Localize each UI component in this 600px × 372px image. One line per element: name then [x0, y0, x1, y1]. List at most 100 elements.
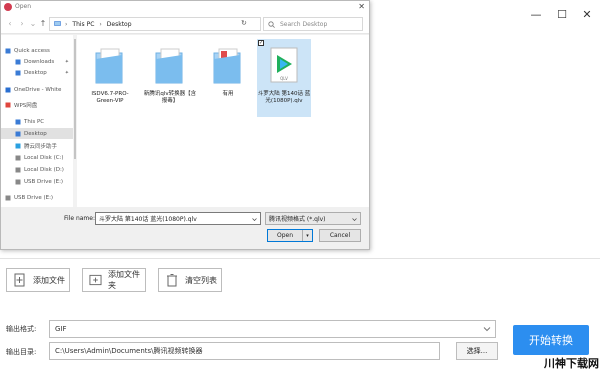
pin-icon: ✦	[64, 69, 69, 76]
output-format-label: 输出格式:	[6, 325, 37, 333]
add-file-button[interactable]: 添加文件	[6, 268, 70, 292]
file-name-input[interactable]: 斗罗大陆 第140话 蓝光(1080P).qlv	[95, 212, 261, 225]
maximize-button[interactable]: ☐	[553, 6, 571, 22]
search-placeholder: Search Desktop	[280, 20, 328, 28]
file-item-folder[interactable]: ISDV6.7-PRO-Green-VIP	[83, 39, 137, 117]
breadcrumb-this-pc[interactable]: This PC	[72, 21, 94, 28]
sidebar-item[interactable]: Desktop	[1, 128, 73, 139]
file-type-value: 腾讯视频格式 (*.qlv)	[269, 216, 326, 223]
file-item-qlv-selected[interactable]: ✓ QLV 斗罗大陆 第140话 蓝光(1080P).qlv	[257, 39, 311, 117]
output-format-select[interactable]: GIF	[49, 320, 496, 338]
app-title-bar: — ☐ ✕	[370, 0, 600, 30]
clear-list-label: 清空列表	[185, 275, 217, 285]
open-label: Open	[276, 232, 294, 239]
sidebar-item-label: Local Disk (D:)	[24, 166, 64, 173]
app-icon	[4, 3, 12, 11]
sidebar-item-label: 腾云同步助手	[24, 143, 58, 150]
sidebar-item-label: Downloads	[24, 58, 55, 65]
file-name: 有用	[222, 91, 234, 97]
breadcrumb-desktop[interactable]: Desktop	[107, 21, 132, 28]
refresh-button[interactable]: ↻	[241, 19, 247, 27]
minimize-button[interactable]: —	[527, 6, 545, 22]
desktop-icon	[15, 131, 21, 136]
file-name: 斗罗大陆 第140话 蓝光(1080P).qlv	[257, 91, 311, 104]
sidebar-item[interactable]: Local Disk (C:)	[1, 152, 73, 163]
video-player-icon: QLV	[270, 47, 298, 83]
pin-icon: ✦	[64, 58, 69, 65]
desktop-icon	[15, 70, 21, 75]
file-item-folder[interactable]: 有用	[201, 39, 255, 117]
open-split-button[interactable]: ▾	[302, 230, 312, 241]
sidebar-item-label: Quick access	[14, 47, 50, 54]
computer-icon	[15, 119, 21, 124]
file-list-pane: ISDV6.7-PRO-Green-VIP 新腾讯qlv转换器【含报毒】 有用 …	[77, 35, 369, 207]
sync-icon	[15, 143, 21, 148]
file-item-folder[interactable]: 新腾讯qlv转换器【含报毒】	[143, 39, 197, 117]
sidebar-item[interactable]: USB Drive (E:)	[1, 192, 73, 203]
search-icon	[268, 20, 275, 28]
dialog-close-button[interactable]: ✕	[358, 2, 365, 11]
navigation-bar: ‹ › ⌄ ↑ › This PC › Desktop ↻ Search Des…	[1, 14, 369, 34]
folder-icon	[213, 48, 241, 84]
cancel-button[interactable]: Cancel	[319, 229, 361, 242]
item-checkbox[interactable]: ✓	[258, 40, 264, 46]
navigation-pane: Quick access Downloads ✦ Desktop ✦ OneDrive -…	[1, 35, 73, 207]
sidebar-item[interactable]: Downloads ✦	[1, 56, 73, 67]
computer-icon	[54, 21, 61, 26]
chevron-down-icon	[352, 218, 357, 221]
open-dialog: Open ✕ ‹ › ⌄ ↑ › This PC › Desktop ↻ Sea…	[0, 0, 370, 250]
address-bar[interactable]: › This PC › Desktop	[49, 17, 261, 31]
sidebar-item-label: Desktop	[24, 130, 47, 137]
folder-icon	[155, 48, 183, 84]
sidebar-item-label: This PC	[24, 118, 45, 125]
sidebar-item[interactable]: Quick access	[1, 45, 73, 56]
dialog-title: Open	[15, 3, 32, 10]
sidebar-item[interactable]: Local Disk (D:)	[1, 164, 73, 175]
sidebar-item-label: Local Disk (C:)	[24, 154, 64, 161]
cloud-drive-icon	[5, 102, 11, 107]
open-button[interactable]: Open ▾	[267, 229, 313, 242]
add-file-label: 添加文件	[33, 275, 65, 285]
drive-icon	[15, 167, 21, 172]
sidebar-item-label: USB Drive (E:)	[14, 194, 54, 201]
star-icon	[5, 48, 11, 53]
output-dir-label: 输出目录:	[6, 348, 37, 356]
file-name: ISDV6.7-PRO-Green-VIP	[91, 91, 129, 104]
add-folder-button[interactable]: 添加文件夹	[82, 268, 146, 292]
file-type-select[interactable]: 腾讯视频格式 (*.qlv)	[265, 212, 361, 225]
sidebar-item[interactable]: USB Drive (E:)	[1, 176, 73, 187]
sidebar-item[interactable]: 腾云同步助手	[1, 140, 73, 151]
add-folder-label: 添加文件夹	[107, 270, 140, 290]
trash-icon	[167, 274, 177, 287]
dialog-title-bar: Open ✕	[1, 1, 369, 14]
start-convert-button[interactable]: 开始转换	[513, 325, 589, 355]
file-name-label: File name:	[64, 215, 95, 222]
breadcrumb-separator: ›	[99, 20, 102, 28]
folder-icon	[95, 48, 123, 84]
watermark: 川神下载网	[544, 357, 599, 370]
search-input[interactable]: Search Desktop	[263, 17, 363, 31]
chevron-down-icon	[483, 327, 491, 332]
chevron-down-icon[interactable]	[252, 217, 257, 222]
sidebar-item[interactable]: OneDrive - White	[1, 84, 73, 95]
clear-list-button[interactable]: 清空列表	[158, 268, 222, 292]
sidebar-item[interactable]: This PC	[1, 116, 73, 127]
svg-text:QLV: QLV	[280, 76, 288, 81]
forward-button[interactable]: ›	[17, 18, 27, 29]
up-button[interactable]: ↑	[38, 18, 48, 29]
sidebar-item[interactable]: WPS网盘	[1, 99, 73, 110]
drive-icon	[15, 155, 21, 160]
sidebar-item[interactable]: Desktop ✦	[1, 67, 73, 78]
add-file-icon	[14, 273, 25, 287]
breadcrumb-separator: ›	[65, 20, 68, 28]
output-dir-field[interactable]: C:\Users\Admin\Documents\腾讯视频转换器	[49, 342, 440, 360]
file-name: 新腾讯qlv转换器【含报毒】	[143, 91, 197, 104]
back-button[interactable]: ‹	[5, 18, 15, 29]
download-icon	[15, 59, 21, 64]
recent-dropdown-button[interactable]: ⌄	[28, 18, 38, 29]
choose-dir-button[interactable]: 选择...	[456, 342, 498, 360]
usb-icon	[5, 195, 11, 200]
usb-icon	[15, 179, 21, 184]
close-button[interactable]: ✕	[578, 6, 596, 22]
sidebar-item-label: Desktop	[24, 69, 47, 76]
